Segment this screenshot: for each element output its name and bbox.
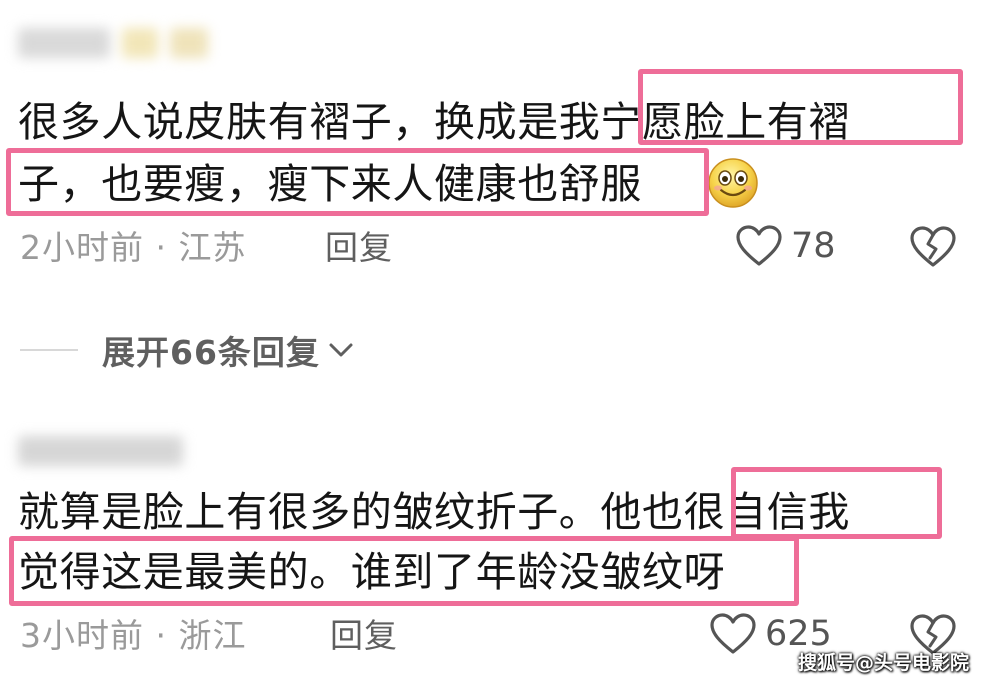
comment-text-line: 就算是脸上有很多的皱纹折子。他也很自信我 <box>18 488 850 536</box>
like-button[interactable]: 78 <box>735 224 836 268</box>
like-count: 78 <box>791 226 836 266</box>
blurred-username <box>18 22 218 66</box>
heart-icon <box>710 613 756 654</box>
blurred-username <box>18 430 193 474</box>
comment-text-line: 觉得这是最美的。谁到了年龄没皱纹呀 <box>18 548 726 596</box>
expand-replies-button[interactable]: 展开66条回复 <box>102 326 320 374</box>
comment-text-line: 子，也要瘦，瘦下来人健康也舒服 <box>18 160 642 208</box>
chevron-down-icon <box>329 343 353 357</box>
divider <box>20 349 78 351</box>
expand-replies-row[interactable]: 展开66条回复 <box>20 324 356 376</box>
comment-time-location: 3小时前 · 浙江 <box>20 616 247 655</box>
heart-icon <box>736 225 782 266</box>
reply-button[interactable]: 回复 <box>325 226 393 270</box>
watermark: 搜狐号@头号电影院 <box>797 652 969 674</box>
comment-time-location: 2小时前 · 江苏 <box>20 228 247 267</box>
reply-button[interactable]: 回复 <box>330 614 398 658</box>
smiley-face-icon <box>708 158 758 208</box>
comment-text-line: 很多人说皮肤有褶子，换成是我宁愿脸上有褶 <box>18 98 850 146</box>
broken-heart-icon[interactable] <box>909 225 957 269</box>
